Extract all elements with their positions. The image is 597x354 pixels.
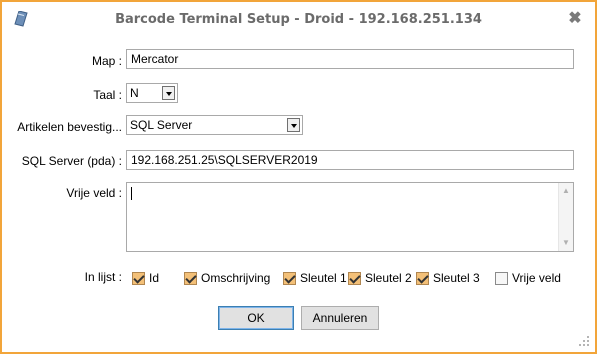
artikelen-select[interactable]: SQL Server [126,115,303,135]
setup-dialog: Barcode Terminal Setup - Droid - 192.168… [0,0,597,354]
checkbox-box[interactable] [132,271,145,285]
checkbox-label: Sleutel 3 [433,271,480,285]
scroll-down-icon[interactable]: ▼ [562,239,570,247]
taal-label: Taal : [93,88,122,102]
title-bar[interactable]: Barcode Terminal Setup - Droid - 192.168… [2,2,595,38]
in-lijst-label: In lijst : [84,270,122,284]
vertical-scrollbar[interactable]: ▲ ▼ [558,183,573,251]
checkbox-box[interactable] [283,271,296,285]
map-input[interactable]: Mercator [126,49,574,69]
cancel-button[interactable]: Annuleren [301,306,379,330]
checkbox-label: Vrije veld [512,271,561,285]
checkbox-sleutel-1[interactable]: Sleutel 1 [283,270,347,286]
checkbox-label: Sleutel 2 [365,271,412,285]
checkbox-box[interactable] [495,271,508,285]
chevron-down-icon[interactable] [162,86,175,100]
checkbox-label: Sleutel 1 [300,271,347,285]
map-label: Map : [91,54,122,68]
scroll-up-icon[interactable]: ▲ [562,187,570,195]
vrije-veld-textarea[interactable]: ▲ ▼ [126,182,574,252]
ok-button[interactable]: OK [218,306,294,330]
checkbox-id[interactable]: Id [132,270,159,286]
artikelen-label: Artikelen bevestig... [17,120,122,134]
checkbox-sleutel-2[interactable]: Sleutel 2 [348,270,412,286]
checkbox-label: Id [149,271,160,285]
checkbox-box[interactable] [348,271,361,285]
checkbox-label: Omschrijving [201,271,271,285]
taal-select-value: N [130,86,139,100]
checkbox-sleutel-3[interactable]: Sleutel 3 [416,270,480,286]
text-caret [131,187,132,200]
resize-grip-icon[interactable] [579,336,589,346]
checkbox-box[interactable] [416,271,429,285]
sqlserver-input[interactable]: 192.168.251.25\SQLSERVER2019 [126,150,574,170]
sqlserver-label: SQL Server (pda) : [21,154,122,168]
checkbox-box[interactable] [184,271,197,285]
checkbox-omschrijving[interactable]: Omschrijving [184,270,270,286]
vrije-veld-label: Vrije veld : [66,186,122,200]
chevron-down-icon[interactable] [287,118,300,132]
artikelen-select-value: SQL Server [130,118,193,132]
window-title: Barcode Terminal Setup - Droid - 192.168… [115,12,482,27]
close-icon[interactable]: ✖ [567,11,583,27]
taal-select[interactable]: N [126,83,178,103]
checkbox-vrije-veld[interactable]: Vrije veld [495,270,561,286]
